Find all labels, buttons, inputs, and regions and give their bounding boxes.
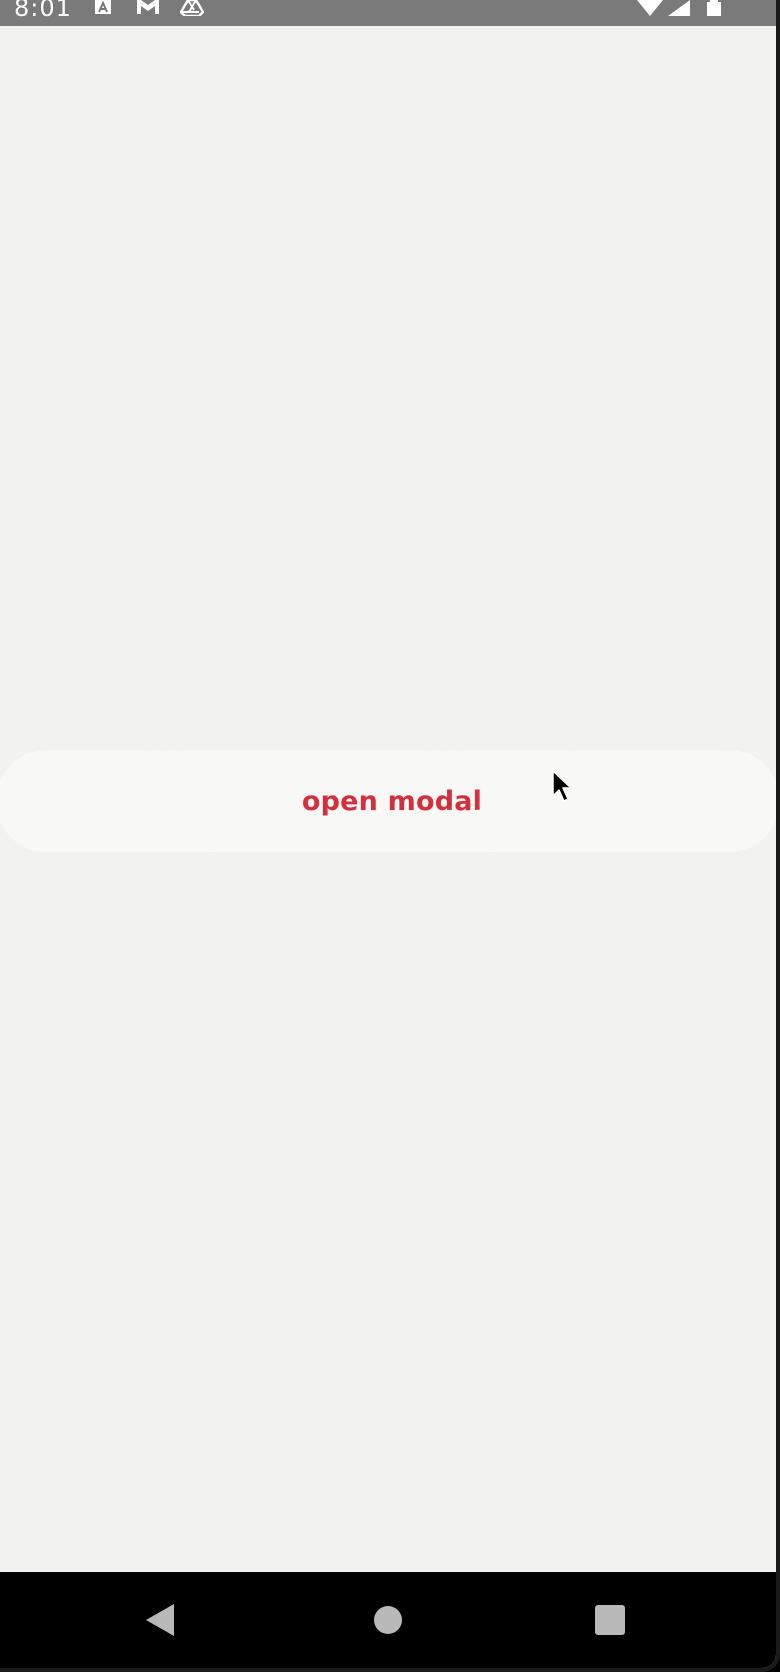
status-time: 8:01 xyxy=(14,0,72,22)
status-bar: 8:01 xyxy=(0,0,776,26)
gmail-icon xyxy=(137,0,159,14)
navigation-bar xyxy=(0,1572,776,1668)
home-icon[interactable] xyxy=(368,1600,408,1640)
mouse-cursor-icon xyxy=(552,770,572,802)
app-content: open modal xyxy=(0,26,776,1572)
battery-icon xyxy=(707,0,721,16)
device-screen: 8:01 open modal xyxy=(0,0,780,1672)
app-a-icon xyxy=(95,0,111,14)
recents-icon[interactable] xyxy=(590,1600,630,1640)
open-modal-button[interactable]: open modal xyxy=(0,750,776,852)
back-icon[interactable] xyxy=(142,1600,182,1640)
signal-icon xyxy=(668,0,690,16)
drive-icon xyxy=(180,0,204,16)
open-modal-label: open modal xyxy=(301,785,483,817)
wifi-icon xyxy=(637,0,663,16)
